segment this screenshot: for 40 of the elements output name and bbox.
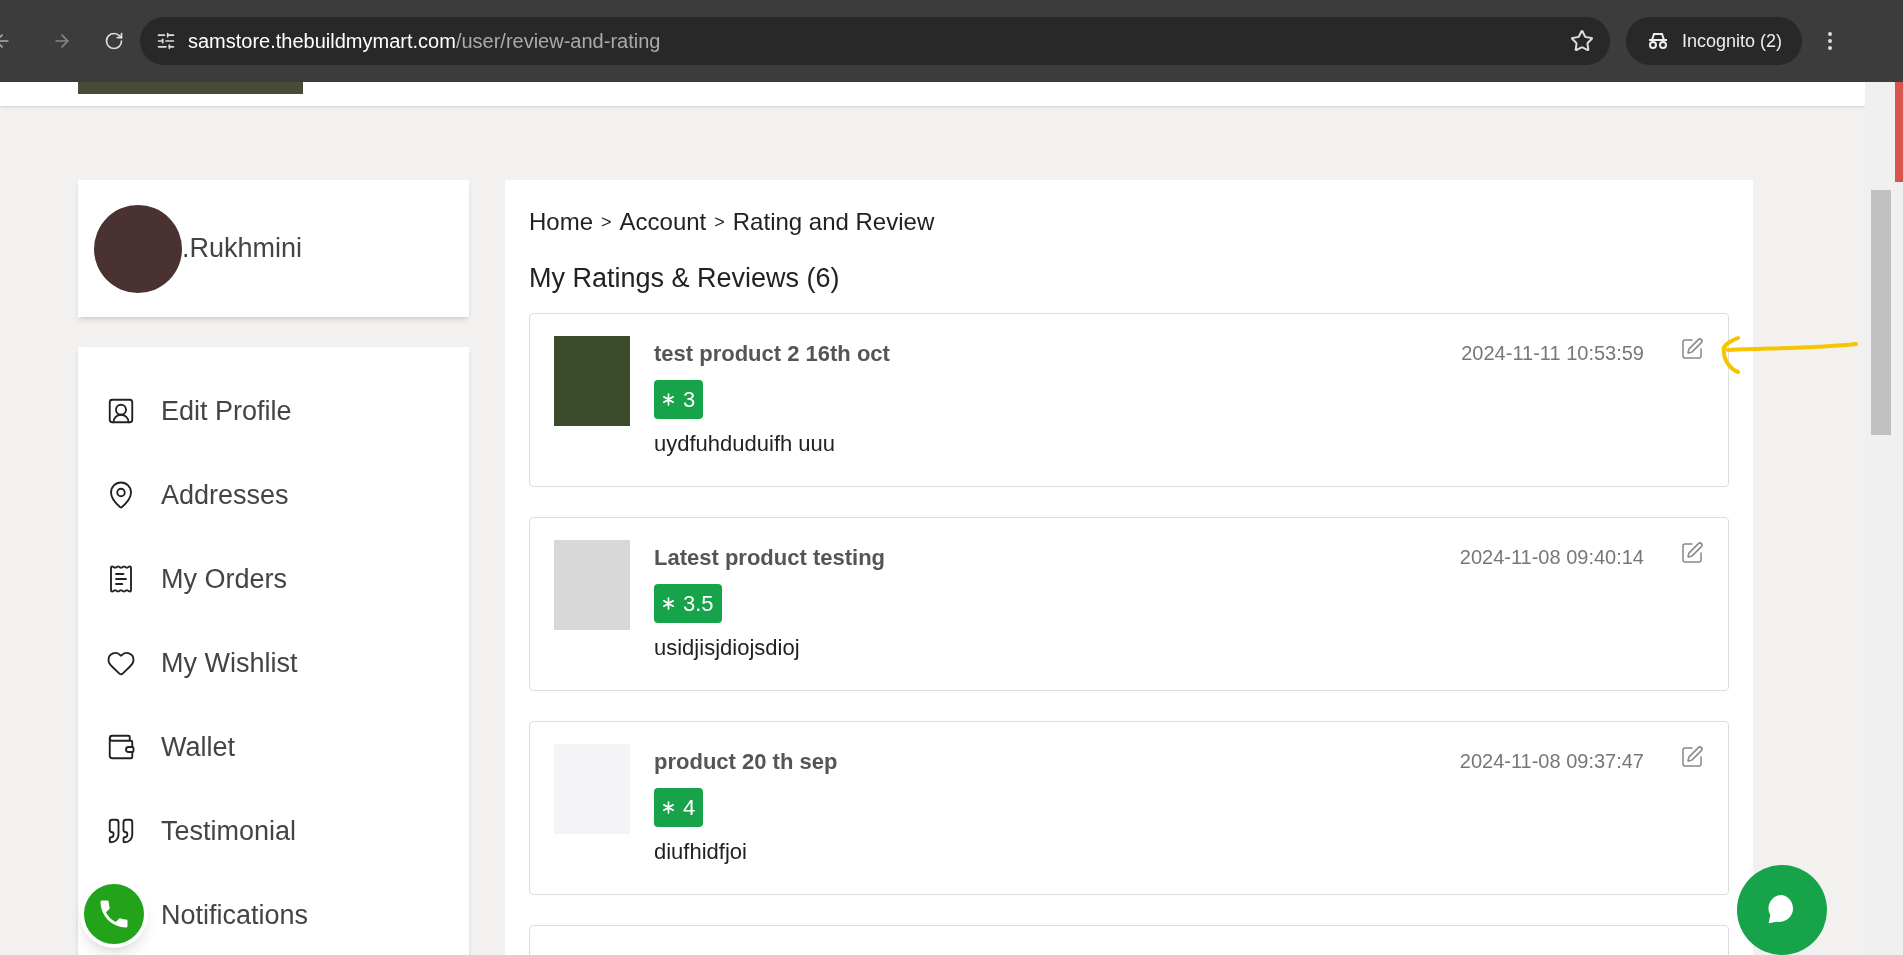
- address-bar[interactable]: samstore.thebuildmymart.com/user/review-and-rating: [140, 17, 1610, 65]
- url-text: samstore.thebuildmymart.com/user/review-and-rating: [188, 29, 661, 54]
- asterisk-icon: [662, 392, 675, 406]
- quote-icon: [106, 816, 136, 846]
- review-text: usidjisjdiojsdioj: [654, 633, 800, 662]
- rating-badge: 3: [654, 379, 704, 419]
- edit-icon[interactable]: [1680, 540, 1704, 565]
- asterisk-icon: [662, 800, 675, 814]
- page-heading: My Ratings & Reviews (6): [529, 262, 841, 295]
- review-date: 2024-11-11 10:53:59: [1461, 340, 1644, 366]
- user-name: .Rukhmini: [182, 232, 303, 266]
- menu-item[interactable]: Testimonial: [106, 789, 441, 873]
- bookmark-star-icon[interactable]: [1570, 29, 1594, 53]
- site-settings-icon[interactable]: [156, 31, 176, 51]
- menu-item[interactable]: Edit Profile: [106, 369, 441, 453]
- menu-item[interactable]: My Orders: [106, 537, 441, 621]
- user-icon: [106, 396, 136, 426]
- product-title: Latest product testing: [654, 543, 885, 572]
- asterisk-icon: [662, 596, 675, 610]
- edit-icon[interactable]: [1680, 336, 1704, 361]
- rating-badge: 3.5: [654, 583, 722, 623]
- breadcrumb-separator: >: [714, 210, 725, 234]
- product-title: test product 2 16th oct: [654, 339, 890, 368]
- review-text: uydfuhduduifh uuu: [654, 429, 836, 458]
- review-text: diufhidfjoi: [654, 837, 747, 866]
- incognito-button[interactable]: Incognito (2): [1626, 17, 1803, 65]
- review-date: 2024-11-08 09:40:14: [1459, 544, 1644, 570]
- wallet-icon: [106, 732, 136, 762]
- menu-item[interactable]: Wallet: [106, 705, 441, 789]
- review-date: 2024-11-08 09:37:47: [1459, 748, 1644, 774]
- menu-item[interactable]: Notifications: [161, 873, 309, 955]
- menu-item[interactable]: Addresses: [106, 453, 441, 537]
- breadcrumb-separator: >: [601, 210, 612, 234]
- breadcrumb-link[interactable]: Home: [529, 204, 594, 240]
- rating-badge: 4: [654, 787, 704, 827]
- product-title: product 20 th sep: [654, 747, 838, 776]
- breadcrumb-link[interactable]: Account: [619, 204, 707, 240]
- edit-icon[interactable]: [1680, 744, 1704, 769]
- reload-icon[interactable]: [104, 31, 124, 51]
- menu-item[interactable]: My Wishlist: [106, 621, 441, 705]
